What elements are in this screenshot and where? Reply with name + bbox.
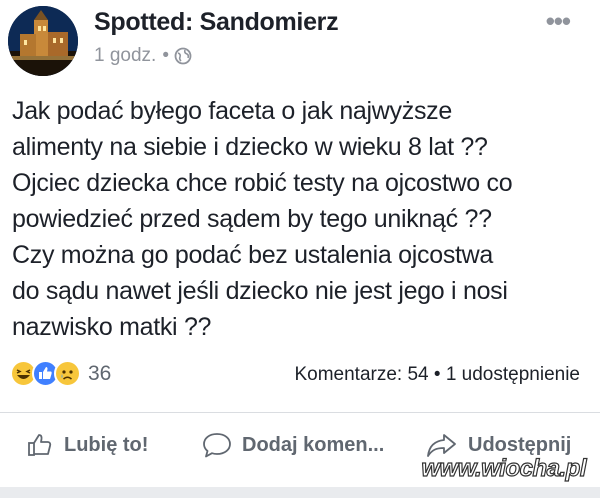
post-text: Jak podać byłego faceta o jak najwyższe … — [12, 97, 513, 341]
castle-icon — [8, 6, 78, 76]
comment-button-label: Dodaj komen... — [242, 433, 385, 456]
reactions-summary[interactable]: 36 — [10, 360, 111, 387]
divider — [0, 412, 600, 413]
page-name[interactable]: Spotted: Sandomierz — [94, 8, 339, 37]
more-options-button[interactable]: ••• — [546, 6, 571, 37]
bottom-separator — [0, 487, 600, 498]
post-header: Spotted: Sandomierz 1 godz. • ••• — [0, 0, 600, 80]
share-button-label: Udostępnij — [468, 433, 572, 456]
page-avatar[interactable] — [8, 6, 78, 76]
comment-icon — [203, 433, 231, 458]
watermark: www.wiocha.pl — [421, 454, 587, 482]
comments-shares-count[interactable]: Komentarze: 54 • 1 udostępnienie — [294, 364, 580, 386]
sad-icon — [54, 360, 81, 387]
thumbs-up-icon — [28, 434, 52, 456]
globe-icon — [174, 47, 192, 65]
meta-separator: • — [162, 45, 169, 66]
post-meta: 1 godz. • — [94, 45, 192, 67]
reaction-count: 36 — [88, 361, 112, 385]
like-button[interactable]: Lubię to! — [26, 431, 148, 459]
like-button-label: Lubię to! — [64, 433, 149, 456]
post-stats: 36 Komentarze: 54 • 1 udostępnienie — [0, 358, 600, 392]
post-time[interactable]: 1 godz. — [94, 45, 156, 67]
comment-button[interactable]: Dodaj komen... — [202, 431, 384, 459]
